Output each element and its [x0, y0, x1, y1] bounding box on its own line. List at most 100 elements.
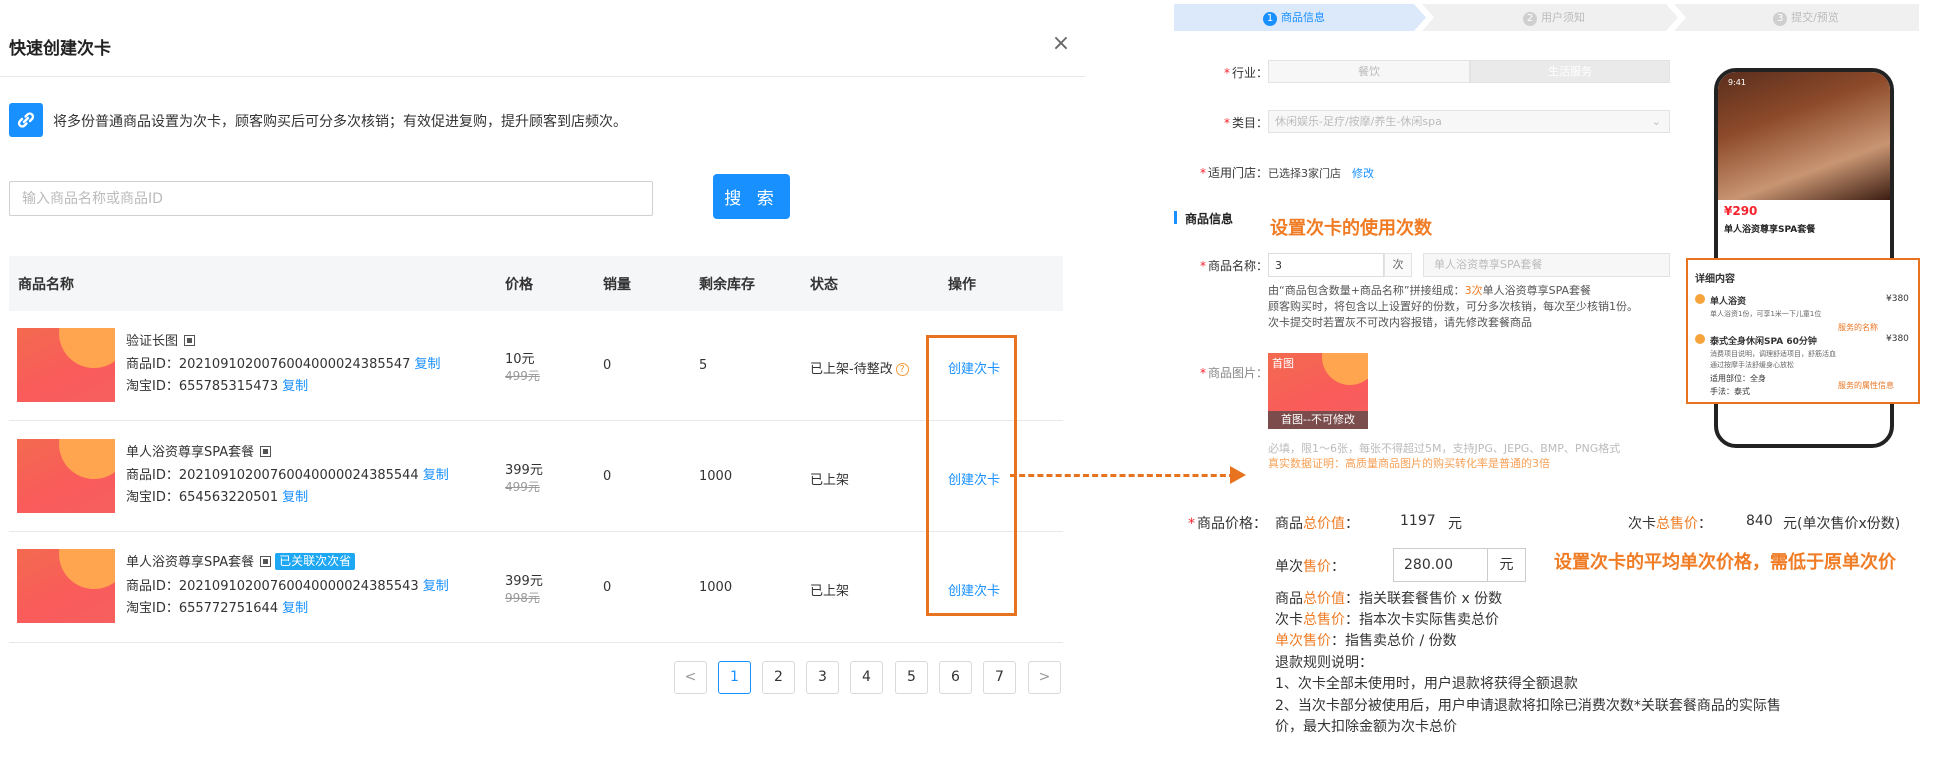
- original-price: 499元: [505, 480, 540, 494]
- detail-item-name: 单人浴资: [1710, 297, 1747, 307]
- detail-item-attr: 手法：泰式: [1710, 387, 1750, 396]
- close-icon[interactable]: ×: [1050, 33, 1072, 56]
- refund-rule-2: 2、当次卡部分被使用后，用户申请退款将扣除已消费次数*关联套餐商品的实际售: [1275, 698, 1781, 714]
- page-7-button[interactable]: 7: [983, 661, 1016, 694]
- product-thumbnail: [17, 439, 115, 513]
- category-select[interactable]: 休闲娱乐-足疗/按摩/养生-休闲spa ⌄: [1268, 110, 1670, 133]
- refund-rule-3: 价，最大扣除金额为次卡总价: [1275, 719, 1457, 735]
- page-4-button[interactable]: 4: [850, 661, 883, 694]
- page-3-button[interactable]: 3: [806, 661, 839, 694]
- name-hint: 由“商品包含数量+商品名称”拼接组成：3次单人浴资尊享SPA套餐: [1268, 284, 1592, 297]
- copy-product-id-link[interactable]: 复制: [423, 579, 449, 594]
- row-divider: [9, 642, 1063, 643]
- original-price: 998元: [505, 591, 540, 605]
- total-value: 1197: [1400, 513, 1436, 529]
- explain-card-total: 次卡总售价：指本次卡实际售卖总价: [1275, 612, 1499, 628]
- explain-single: 单次售价：指售卖总价 / 份数: [1275, 633, 1457, 649]
- sales: 0: [603, 580, 612, 595]
- copy-taobao-id-link[interactable]: 复制: [282, 490, 308, 505]
- industry-option-food[interactable]: 餐饮: [1268, 60, 1470, 83]
- refund-rule-1: 1、次卡全部未使用时，用户退款将获得全额退款: [1275, 676, 1578, 692]
- copy-product-id-link[interactable]: 复制: [414, 357, 440, 372]
- stock: 5: [699, 358, 708, 373]
- image-proof: 真实数据证明：高质量商品图片的购买转化率是普通的3倍: [1268, 457, 1550, 470]
- detail-note-attr: 服务的属性信息: [1838, 381, 1894, 390]
- step-submit-preview[interactable]: 3 提交/预览: [1686, 4, 1926, 31]
- single-price-unit: 元: [1488, 548, 1526, 582]
- stock: 1000: [699, 580, 733, 595]
- product-id: 商品ID：202109102007600400000243855​44 复制: [126, 468, 449, 483]
- detail-note-name: 服务的名称: [1838, 323, 1878, 332]
- image-caption: 首图--不可修改: [1268, 411, 1368, 429]
- detail-item-desc: 单人浴资1份，可享1米一下儿童1位: [1710, 310, 1822, 318]
- product-id: 商品ID：202109102007600400000243855​43 复制: [126, 579, 449, 594]
- count-input[interactable]: [1268, 253, 1384, 277]
- next-page-button[interactable]: >: [1028, 661, 1061, 694]
- count-unit: 次: [1384, 253, 1412, 277]
- page-5-button[interactable]: 5: [895, 661, 928, 694]
- detail-item-desc: 消费项目说明，调理舒适项目，舒筋活血: [1710, 350, 1836, 358]
- image-thumbnail[interactable]: 首图 首图--不可修改: [1268, 353, 1368, 429]
- image-hint: 必填，限1～6张，每张不得超过5M，支持JPG、JEPG、BMP、PNG格式: [1268, 442, 1621, 455]
- price: 10元: [505, 352, 535, 367]
- taobao-id: 淘宝ID：654563220501 复制: [126, 490, 309, 505]
- dialog-divider: [0, 76, 1085, 77]
- help-icon[interactable]: ?: [895, 363, 909, 376]
- card-total-value: 840: [1746, 513, 1773, 529]
- chevron-down-icon: ⌄: [1651, 115, 1661, 128]
- product-thumbnail: [17, 328, 115, 402]
- qrcode-icon[interactable]: [260, 556, 272, 567]
- search-button[interactable]: 搜 索: [713, 174, 790, 219]
- search-input[interactable]: [9, 181, 653, 216]
- name-label: * 商品名称：: [1199, 259, 1268, 273]
- industry-label: * 行业：: [1223, 66, 1268, 80]
- qrcode-icon[interactable]: [260, 446, 272, 457]
- prev-page-button[interactable]: <: [674, 661, 707, 694]
- stock: 1000: [699, 469, 733, 484]
- store-value: 已选择3家门店: [1268, 167, 1341, 180]
- phone-title: 单人浴资尊享SPA套餐: [1724, 225, 1816, 235]
- dialog-title: 快速创建次卡: [9, 39, 111, 59]
- section-marker: [1174, 211, 1177, 224]
- industry-option-life-service[interactable]: 生活服务: [1470, 60, 1670, 83]
- sales: 0: [603, 358, 612, 373]
- copy-taobao-id-link[interactable]: 复制: [282, 379, 308, 394]
- page-1-button[interactable]: 1: [718, 661, 751, 694]
- product-name: 单人浴资尊享SPA套餐: [126, 441, 272, 460]
- product-thumbnail: [17, 549, 115, 623]
- item-dot-icon: [1695, 294, 1705, 304]
- store-edit-link[interactable]: 修改: [1352, 165, 1374, 181]
- category-label: * 类目：: [1223, 116, 1268, 130]
- step-user-notice[interactable]: 2 用户须知: [1434, 4, 1674, 31]
- section-title: 商品信息: [1185, 212, 1234, 226]
- image-label: * 商品图片：: [1199, 366, 1268, 380]
- card-total-label: 次卡总售价：: [1628, 516, 1712, 532]
- step-product-info[interactable]: 1 商品信息: [1174, 4, 1414, 31]
- name-input[interactable]: 单人浴资尊享SPA套餐: [1423, 253, 1670, 277]
- detail-item-name: 泰式全身休闲SPA 60分钟: [1710, 337, 1817, 347]
- page-6-button[interactable]: 6: [939, 661, 972, 694]
- single-price-input[interactable]: [1393, 548, 1488, 582]
- header-sales: 销量: [603, 277, 631, 293]
- header-action: 操作: [948, 277, 976, 293]
- price: 399元: [505, 463, 543, 478]
- annotation-price: 设置次卡的平均单次价格，需低于原单次价: [1554, 552, 1896, 573]
- name-hint: 顾客购买时，将包含以上设置好的份数，可分多次核销，每次至少核销1份。: [1268, 300, 1638, 313]
- phone-hero-image: [1718, 72, 1890, 200]
- explain-total: 商品总价值：指关联套餐售价 x 份数: [1275, 591, 1503, 607]
- product-name: 单人浴资尊享SPA套餐 已关联次次省: [126, 551, 356, 570]
- taobao-id: 淘宝ID：655785315473 复制: [126, 379, 309, 394]
- copy-product-id-link[interactable]: 复制: [423, 468, 449, 483]
- page-2-button[interactable]: 2: [762, 661, 795, 694]
- name-hint: 次卡提交时若置灰不可改内容报错，请先修改套餐商品: [1268, 316, 1532, 329]
- annotation-count: 设置次卡的使用次数: [1270, 218, 1432, 239]
- row-divider: [9, 531, 1063, 532]
- status: 已上架: [810, 584, 850, 599]
- store-label: * 适用门店：: [1199, 166, 1268, 180]
- table-header: 商品名称 价格 销量 剩余库存 状态 操作: [9, 256, 1063, 311]
- phone-info: ¥290 单人浴资尊享SPA套餐: [1718, 200, 1890, 246]
- copy-taobao-id-link[interactable]: 复制: [282, 601, 308, 616]
- qrcode-icon[interactable]: [184, 335, 196, 346]
- original-price: 499元: [505, 369, 540, 383]
- product-name: 验证长图: [126, 330, 196, 349]
